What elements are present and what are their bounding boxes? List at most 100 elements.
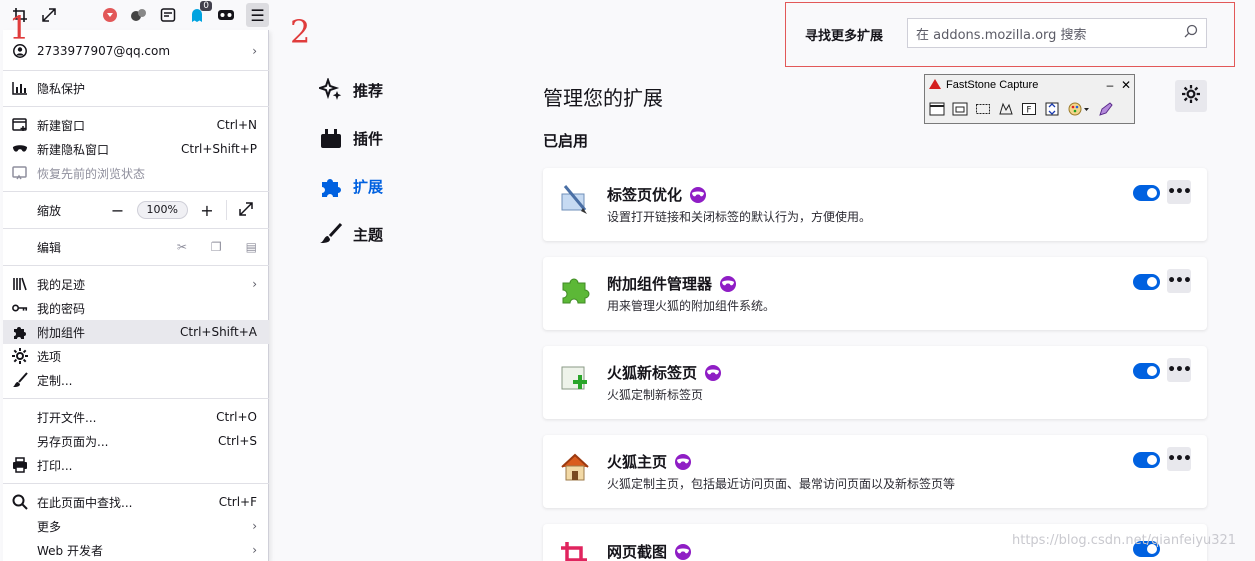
annotation-number-2: 2	[290, 13, 311, 51]
menu-item-addons[interactable]: 附加组件 Ctrl+Shift+A	[3, 320, 269, 344]
capture-rectangle-icon[interactable]	[974, 100, 992, 118]
chevron-right-icon: ›	[252, 44, 257, 58]
more-options-button[interactable]: •••	[1167, 447, 1192, 471]
faststone-logo-icon	[928, 78, 942, 93]
capture-window-icon[interactable]	[928, 100, 946, 118]
zoom-out-button[interactable]: −	[107, 201, 129, 220]
menu-item-new-window[interactable]: 新建窗口 Ctrl+N	[3, 113, 269, 137]
private-browsing-badge	[675, 453, 692, 470]
puzzle-icon	[319, 174, 343, 198]
menu-item-library[interactable]: 我的足迹 ›	[3, 272, 269, 296]
extension-card[interactable]: 标签页优化 设置打开链接和关闭标签的默认行为，方便使用。 •••	[543, 168, 1207, 241]
category-plugins[interactable]: 插件	[319, 123, 383, 153]
shield-icon[interactable]	[99, 3, 122, 27]
printer-icon	[12, 457, 28, 473]
house-icon	[559, 451, 591, 483]
more-options-button[interactable]: •••	[1167, 358, 1192, 382]
search-label: 寻找更多扩展	[805, 29, 884, 44]
menu-item-web-developer[interactable]: Web 开发者 ›	[3, 538, 269, 561]
extension-toggle[interactable]	[1133, 185, 1160, 201]
extension-toggle[interactable]	[1133, 274, 1160, 290]
app-menu: 2733977907@qq.com › 隐私保护 新建窗口 Ctrl+N 新建隐…	[3, 30, 269, 561]
capture-freehand-icon[interactable]	[997, 100, 1015, 118]
extension-description: 用来管理火狐的附加组件系统。	[607, 299, 776, 313]
paste-icon[interactable]: ▤	[246, 240, 257, 254]
palette-menu-icon[interactable]	[1066, 100, 1092, 118]
menu-item-more[interactable]: 更多 ›	[3, 514, 269, 538]
menu-item-restore-session[interactable]: 恢复先前的浏览状态	[3, 161, 269, 185]
extension-card[interactable]: 火狐主页 火狐定制主页，包括最近访问页面、最常访问页面以及新标签页等 •••	[543, 435, 1207, 508]
reader-icon[interactable]	[157, 3, 180, 27]
zoom-reset-button[interactable]: 100%	[136, 201, 188, 219]
search-placeholder: 在 addons.mozilla.org 搜索	[916, 27, 1087, 43]
category-recommended[interactable]: 推荐	[319, 75, 383, 105]
faststone-titlebar[interactable]: FastStone Capture – ✕	[925, 75, 1134, 95]
menu-item-open-file[interactable]: 打开文件... Ctrl+O	[3, 405, 269, 429]
cut-icon[interactable]: ✂	[177, 240, 187, 254]
plugin-icon	[319, 126, 343, 150]
menu-item-options[interactable]: 选项	[3, 344, 269, 368]
zoom-in-button[interactable]: +	[196, 201, 218, 220]
new-tab-icon	[559, 362, 591, 394]
extension-description: 设置打开链接和关闭标签的默认行为，方便使用。	[607, 210, 872, 224]
private-browsing-badge	[705, 364, 722, 381]
annotation-number-1: 1	[9, 9, 30, 47]
extension-description: 火狐定制新标签页	[607, 388, 704, 402]
brush-icon	[319, 222, 343, 246]
extension-card[interactable]: 附加组件管理器 用来管理火狐的附加组件系统。 •••	[543, 257, 1207, 330]
puzzle-icon	[12, 324, 28, 340]
spheres-icon[interactable]	[128, 3, 151, 27]
extension-toggle[interactable]	[1133, 452, 1160, 468]
menu-item-customize[interactable]: 定制...	[3, 368, 269, 392]
find-more-extensions-panel: 寻找更多扩展 在 addons.mozilla.org 搜索	[785, 2, 1235, 67]
extension-card[interactable]: 火狐新标签页 火狐定制新标签页 •••	[543, 346, 1207, 419]
search-icon	[1184, 24, 1198, 42]
private-mask-icon	[12, 141, 28, 157]
menu-item-edit: 编辑 ✂ ❐ ▤	[37, 240, 257, 255]
editor-icon[interactable]	[1097, 100, 1115, 118]
faststone-title: FastStone Capture	[946, 79, 1039, 91]
hamburger-menu-button[interactable]: ☰	[245, 3, 270, 27]
private-browsing-badge	[675, 543, 692, 560]
minimize-button[interactable]: –	[1102, 78, 1118, 92]
more-options-button[interactable]: •••	[1167, 269, 1192, 293]
menu-item-private-window[interactable]: 新建隐私窗口 Ctrl+Shift+P	[3, 137, 269, 161]
restore-icon	[12, 165, 28, 181]
toolbar: 0 ☰	[0, 0, 275, 30]
category-themes[interactable]: 主题	[319, 219, 383, 249]
fullscreen-icon[interactable]	[235, 201, 257, 220]
section-title-enabled: 已启用	[543, 132, 589, 150]
menu-item-passwords[interactable]: 我的密码	[3, 296, 269, 320]
watermark-text: https://blog.csdn.net/qianfeiyu321	[1012, 533, 1237, 548]
quill-icon	[559, 184, 591, 216]
menu-item-privacy[interactable]: 隐私保护	[3, 76, 269, 100]
search-icon	[12, 494, 28, 510]
close-button[interactable]: ✕	[1118, 78, 1134, 92]
ghost-icon[interactable]: 0	[186, 1, 212, 27]
menu-item-print[interactable]: 打印...	[3, 453, 269, 477]
copy-icon[interactable]: ❐	[211, 240, 222, 254]
menu-item-zoom: 缩放 − 100% +	[3, 198, 269, 222]
mask-icon[interactable]	[215, 3, 238, 27]
expand-icon[interactable]	[37, 3, 60, 27]
capture-object-icon[interactable]	[951, 100, 969, 118]
category-extensions[interactable]: 扩展	[319, 171, 383, 201]
extension-name: 火狐主页	[607, 453, 668, 471]
capture-fullscreen-icon[interactable]: F	[1020, 100, 1038, 118]
new-window-icon	[12, 117, 28, 133]
sparkle-icon	[319, 78, 343, 102]
tools-gear-button[interactable]	[1175, 80, 1207, 112]
library-icon	[12, 276, 28, 292]
private-browsing-badge	[720, 275, 737, 292]
extension-toggle[interactable]	[1133, 363, 1160, 379]
account-email: 2733977907@qq.com	[37, 44, 171, 58]
crop-icon	[559, 540, 591, 561]
menu-item-account[interactable]: 2733977907@qq.com ›	[3, 39, 269, 63]
addons-search-input[interactable]: 在 addons.mozilla.org 搜索	[907, 18, 1207, 48]
menu-item-save-page[interactable]: 另存页面为... Ctrl+S	[3, 429, 269, 453]
capture-scrolling-icon[interactable]	[1043, 100, 1061, 118]
menu-item-find[interactable]: 在此页面中查找... Ctrl+F	[3, 490, 269, 514]
extension-description: 火狐定制主页，包括最近访问页面、最常访问页面以及新标签页等	[607, 477, 956, 491]
more-options-button[interactable]: •••	[1167, 180, 1192, 204]
chevron-right-icon: ›	[252, 277, 257, 291]
